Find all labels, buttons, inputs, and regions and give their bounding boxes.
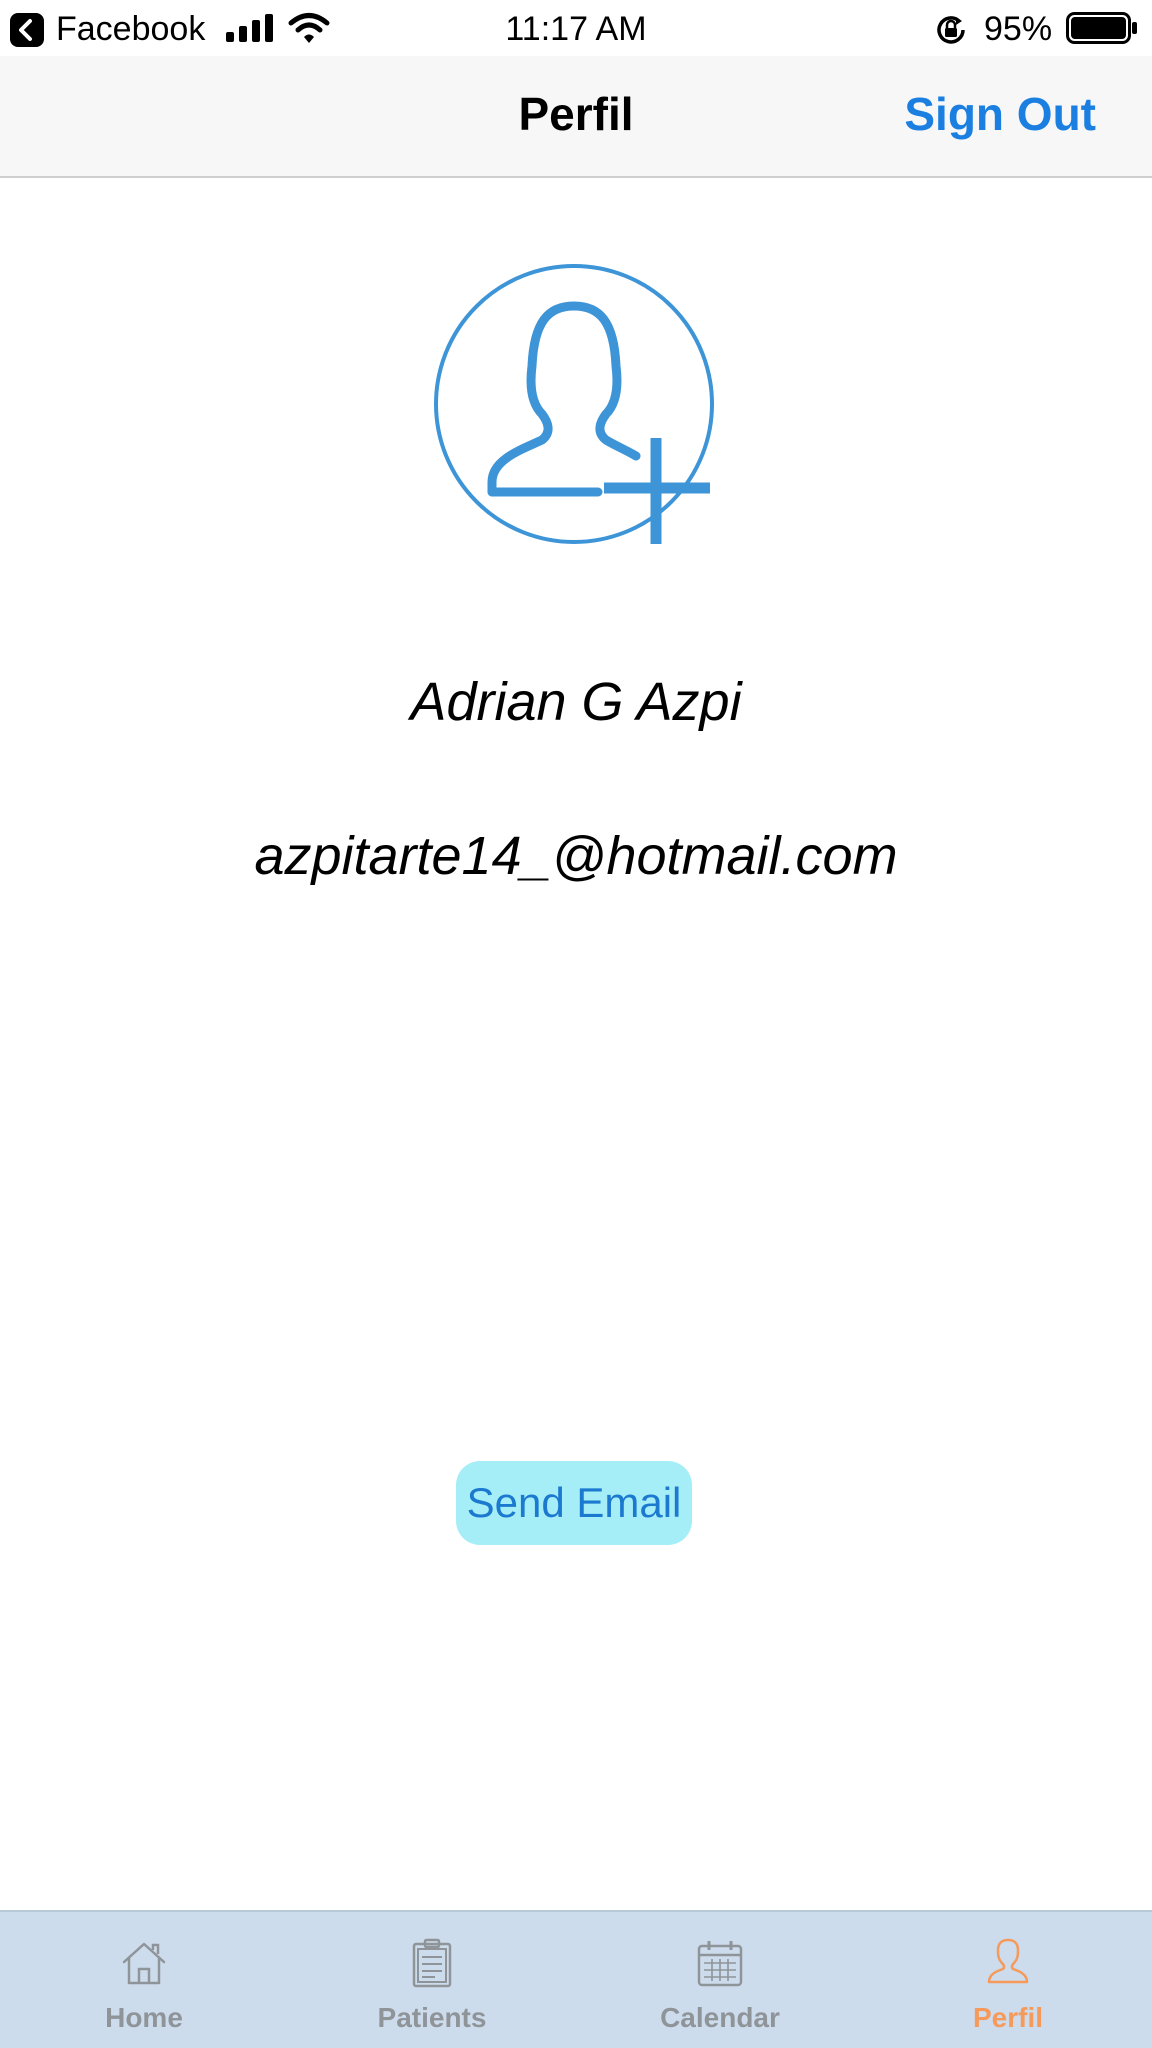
- profile-email: azpitarte14_@hotmail.com: [254, 826, 898, 886]
- tab-label-patients: Patients: [377, 2002, 487, 2033]
- tab-home[interactable]: Home: [0, 1912, 288, 2048]
- tab-label-home: Home: [105, 2002, 183, 2033]
- tab-bar: Home Patients Calendar Perfil: [0, 1910, 1152, 2048]
- navigation-bar: Perfil Sign Out: [0, 56, 1152, 178]
- tab-calendar[interactable]: Calendar: [576, 1912, 864, 2048]
- sign-out-button[interactable]: Sign Out: [904, 86, 1096, 142]
- tab-patients[interactable]: Patients: [288, 1912, 576, 2048]
- status-time: 11:17 AM: [505, 10, 647, 48]
- rotation-lock-icon: [937, 16, 965, 44]
- send-email-button[interactable]: Send Email: [456, 1461, 692, 1545]
- user-icon: [987, 1938, 1029, 1984]
- home-icon: [122, 1942, 166, 1985]
- clipboard-icon: [412, 1938, 452, 1988]
- tab-perfil[interactable]: Perfil: [864, 1912, 1152, 2048]
- tab-label-perfil: Perfil: [972, 2002, 1044, 2033]
- calendar-icon: [697, 1941, 743, 1987]
- profile-screen: Facebook 11:17 AM 95% Perfil Sign Out Ad…: [0, 0, 1152, 2048]
- profile-name: Adrian G Azpi: [410, 672, 742, 732]
- add-user-icon[interactable]: [430, 262, 730, 552]
- status-bar: Facebook 11:17 AM 95%: [0, 0, 1152, 56]
- tab-label-calendar: Calendar: [660, 2002, 780, 2033]
- battery-icon: [1066, 12, 1137, 44]
- battery-percentage: 95%: [984, 10, 1053, 48]
